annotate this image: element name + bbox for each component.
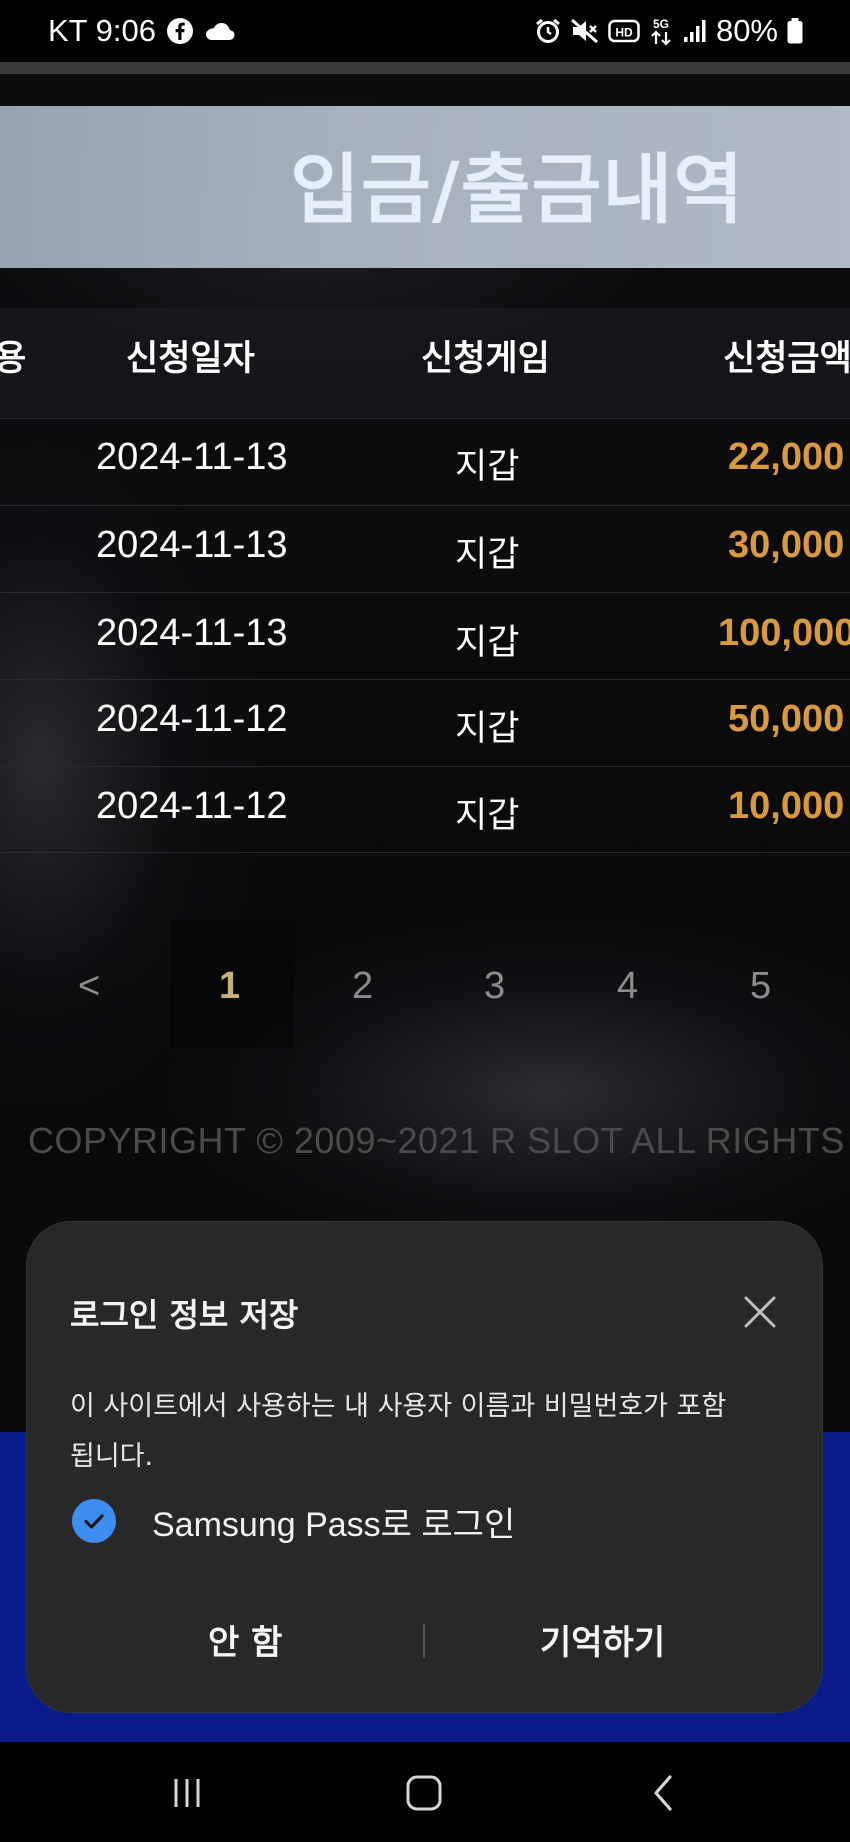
- pagination-page-2[interactable]: 2: [352, 965, 373, 1008]
- column-header-amount: 신청금액: [723, 339, 850, 379]
- 5g-icon: 5G: [648, 16, 674, 46]
- alarm-icon: [534, 17, 562, 45]
- page-title: 입금/출금내역: [290, 145, 745, 234]
- table-cell-date: 2024-11-12: [96, 698, 288, 740]
- check-icon[interactable]: [72, 1499, 116, 1543]
- table-cell-amount: 22,000: [728, 436, 845, 478]
- copyright-text: COPYRIGHT © 2009~2021 R SLOT ALL RIGHTS …: [28, 1120, 850, 1161]
- row-divider: [0, 418, 850, 419]
- pagination-page-4[interactable]: 4: [617, 965, 638, 1008]
- cloud-icon: [204, 20, 236, 42]
- column-header-content: 용: [0, 339, 27, 379]
- table-cell-game: 지갑: [455, 623, 520, 663]
- recent-apps-icon[interactable]: [157, 1768, 217, 1818]
- battery-icon: [786, 17, 804, 45]
- hd-icon: HD: [608, 18, 640, 44]
- cancel-button[interactable]: 안 함: [208, 1615, 282, 1664]
- row-divider: [0, 852, 850, 853]
- dialog-message: 이 사이트에서 사용하는 내 사용자 이름과 비밀번호가 포함됩니다.: [70, 1391, 727, 1472]
- close-icon[interactable]: [740, 1292, 780, 1332]
- svg-text:HD: HD: [615, 26, 633, 40]
- table-cell-game: 지갑: [455, 796, 520, 836]
- screen: KT 9:06 HD 5G 80% 입금/출금내역 용 신청일자 신청게임 신청…: [0, 0, 850, 1842]
- button-divider: [423, 1624, 425, 1658]
- home-icon[interactable]: [394, 1768, 454, 1818]
- table-cell-amount: 30,000: [728, 524, 845, 566]
- pagination-prev[interactable]: <: [78, 965, 100, 1008]
- battery-level: 80%: [715, 13, 778, 48]
- carrier-time: KT 9:06: [48, 13, 157, 48]
- checkbox-label: Samsung Pass로 로그인: [152, 1505, 516, 1544]
- svg-text:5G: 5G: [653, 17, 669, 31]
- row-divider: [0, 505, 850, 506]
- table-cell-date: 2024-11-12: [96, 785, 288, 827]
- table-cell-game: 지갑: [455, 535, 520, 575]
- mute-icon: [570, 17, 600, 45]
- pagination-page-1[interactable]: 1: [219, 965, 240, 1008]
- table-cell-amount: 10,000: [728, 785, 845, 827]
- column-header-date: 신청일자: [126, 339, 255, 379]
- dialog-title: 로그인 정보 저장: [70, 1296, 299, 1334]
- row-divider: [0, 679, 850, 680]
- table-cell-amount: 50,000: [728, 698, 845, 740]
- remember-button[interactable]: 기억하기: [540, 1615, 665, 1664]
- status-bar: KT 9:06 HD 5G 80%: [0, 0, 850, 62]
- table-cell-game: 지갑: [455, 709, 520, 749]
- column-header-game: 신청게임: [421, 339, 550, 379]
- row-divider: [0, 592, 850, 593]
- table-cell-date: 2024-11-13: [96, 524, 288, 566]
- row-divider: [0, 766, 850, 767]
- samsung-pass-checkbox[interactable]: Samsung Pass로 로그인: [72, 1498, 515, 1544]
- top-strip: [0, 62, 850, 74]
- pagination-page-3[interactable]: 3: [484, 965, 505, 1008]
- facebook-icon: [166, 17, 194, 45]
- table-cell-amount: 100,000: [718, 612, 850, 654]
- table-cell-date: 2024-11-13: [96, 436, 288, 478]
- pagination-page-5[interactable]: 5: [750, 965, 771, 1008]
- back-icon[interactable]: [633, 1768, 693, 1818]
- signal-icon: [682, 18, 708, 44]
- table-cell-date: 2024-11-13: [96, 612, 288, 654]
- table-cell-game: 지갑: [455, 447, 520, 487]
